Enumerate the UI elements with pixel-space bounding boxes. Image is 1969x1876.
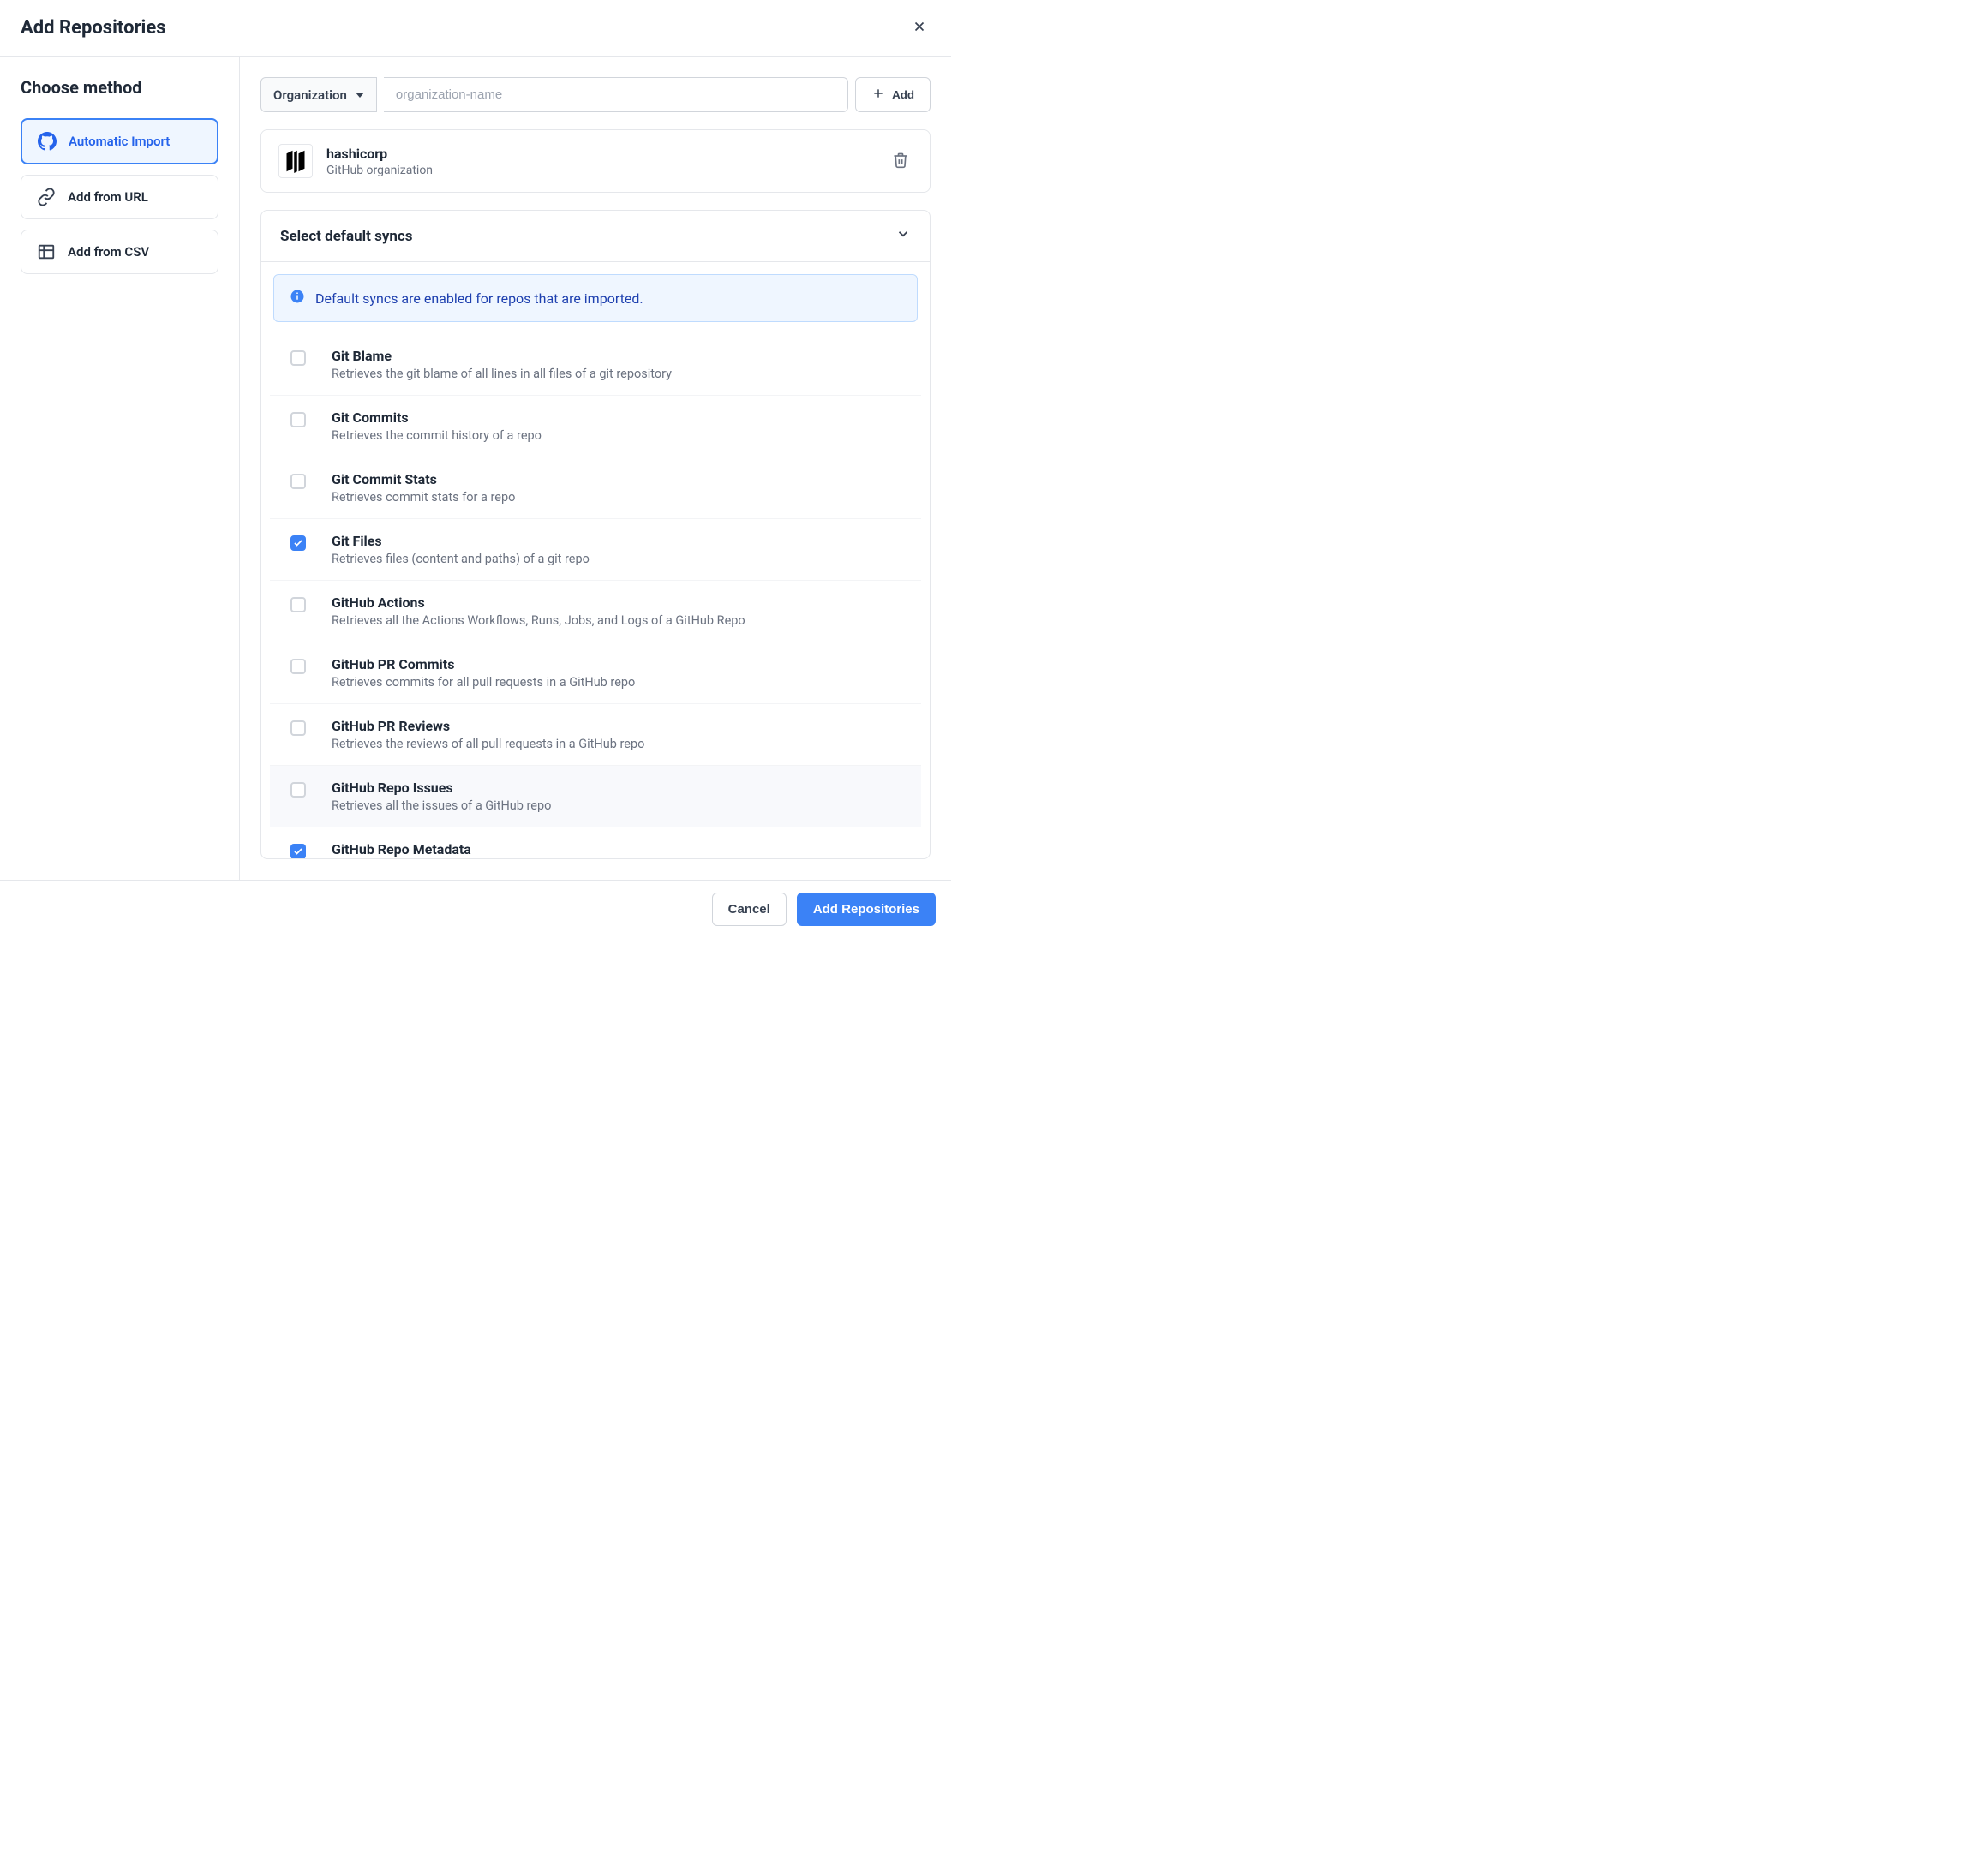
method-label: Add from URL — [68, 189, 148, 205]
sync-title: Git Commits — [332, 409, 542, 426]
sync-description: Retrieves the git blame of all lines in … — [332, 367, 672, 381]
remove-org-button[interactable] — [889, 148, 913, 175]
sync-checkbox[interactable] — [290, 412, 306, 427]
sync-checkbox[interactable] — [290, 474, 306, 489]
sync-text: GitHub Actions Retrieves all the Actions … — [332, 594, 745, 628]
modal-footer: Cancel Add Repositories — [0, 880, 951, 938]
sync-text: Git Commits Retrieves the commit history … — [332, 409, 542, 443]
sidebar-title: Choose method — [21, 77, 218, 98]
sync-item: Git Files Retrieves files (content and pa… — [270, 518, 921, 580]
sync-list: Git Blame Retrieves the git blame of all … — [270, 334, 921, 858]
sync-title: GitHub Actions — [332, 594, 745, 611]
sync-title: GitHub PR Reviews — [332, 718, 644, 734]
sync-checkbox[interactable] — [290, 782, 306, 798]
sync-checkbox[interactable] — [290, 597, 306, 612]
method-label: Add from CSV — [68, 244, 149, 260]
sync-text: GitHub Repo MetadataRetrieves metadata a… — [332, 841, 553, 858]
scope-select-label: Organization — [273, 87, 347, 103]
sync-item: GitHub PR Commits Retrieves commits for a… — [270, 642, 921, 703]
sync-text: GitHub PR Commits Retrieves commits for a… — [332, 656, 635, 690]
org-name-input[interactable] — [384, 77, 848, 112]
add-org-button[interactable]: Add — [855, 77, 931, 112]
scope-select[interactable]: Organization — [260, 77, 377, 112]
sync-description: Retrieves all the issues of a GitHub rep… — [332, 798, 551, 813]
sync-checkbox[interactable] — [290, 720, 306, 736]
add-repositories-modal: Add Repositories Choose method Automatic… — [0, 0, 951, 938]
sync-checkbox[interactable] — [290, 535, 306, 551]
org-info: hashicorp GitHub organization — [326, 146, 433, 177]
sync-item: GitHub Repo Issues Retrieves all the issu… — [270, 765, 921, 827]
sync-title: Git Files — [332, 533, 590, 549]
sync-title: GitHub Repo Issues — [332, 780, 551, 796]
sync-item: Git Commits Retrieves the commit history … — [270, 395, 921, 457]
modal-body: Choose method Automatic Import Add from … — [0, 57, 951, 880]
sync-title: GitHub PR Commits — [332, 656, 635, 672]
org-logo — [278, 144, 313, 178]
sync-text: Git Blame Retrieves the git blame of all … — [332, 348, 672, 381]
method-automatic-import[interactable]: Automatic Import — [21, 118, 218, 164]
default-syncs-toggle[interactable]: Select default syncs — [261, 211, 930, 262]
sync-text: Git Files Retrieves files (content and pa… — [332, 533, 590, 566]
sync-checkbox[interactable] — [290, 659, 306, 674]
main-panel: Organization Add hash — [240, 57, 951, 880]
sync-text: GitHub Repo Issues Retrieves all the issu… — [332, 780, 551, 813]
sync-description: Retrieves all the Actions Workflows, Run… — [332, 613, 745, 628]
chevron-down-icon — [895, 226, 911, 246]
github-icon — [38, 132, 57, 151]
caret-down-icon — [356, 87, 364, 103]
sync-description: Retrieves files (content and paths) of a… — [332, 552, 590, 566]
plus-icon — [871, 87, 885, 103]
default-syncs-panel: Select default syncs Default syncs are e… — [260, 210, 931, 859]
add-org-button-label: Add — [892, 88, 914, 101]
method-add-from-csv[interactable]: Add from CSV — [21, 230, 218, 274]
org-subtitle: GitHub organization — [326, 164, 433, 177]
link-icon — [37, 188, 56, 206]
sync-item: GitHub Actions Retrieves all the Actions … — [270, 580, 921, 642]
sync-title: GitHub Repo Metadata — [332, 841, 553, 857]
default-syncs-body: Default syncs are enabled for repos that… — [261, 262, 930, 858]
sync-item: Git Blame Retrieves the git blame of all … — [270, 334, 921, 395]
table-icon — [37, 242, 56, 261]
sync-title: Git Blame — [332, 348, 672, 364]
info-banner: Default syncs are enabled for repos that… — [273, 274, 918, 322]
sync-description: Retrieves the reviews of all pull reques… — [332, 737, 644, 751]
sidebar: Choose method Automatic Import Add from … — [0, 57, 240, 880]
org-card: hashicorp GitHub organization — [260, 129, 931, 193]
info-text: Default syncs are enabled for repos that… — [315, 290, 643, 307]
sync-text: Git Commit Stats Retrieves commit stats f… — [332, 471, 515, 505]
sync-text: GitHub PR Reviews Retrieves the reviews o… — [332, 718, 644, 751]
sync-item: Git Commit Stats Retrieves commit stats f… — [270, 457, 921, 518]
modal-title: Add Repositories — [21, 17, 166, 39]
modal-header: Add Repositories — [0, 0, 951, 57]
close-icon — [912, 24, 927, 37]
sync-title: Git Commit Stats — [332, 471, 515, 487]
method-label: Automatic Import — [69, 134, 170, 149]
org-name: hashicorp — [326, 146, 433, 162]
add-org-row: Organization Add — [260, 77, 931, 112]
sync-description: Retrieves the commit history of a repo — [332, 428, 542, 443]
trash-icon — [892, 158, 909, 171]
sync-description: Retrieves commits for all pull requests … — [332, 675, 635, 690]
method-add-from-url[interactable]: Add from URL — [21, 175, 218, 219]
sync-checkbox[interactable] — [290, 844, 306, 858]
default-syncs-title: Select default syncs — [280, 228, 413, 245]
info-icon — [290, 289, 305, 308]
add-repositories-button[interactable]: Add Repositories — [797, 893, 936, 926]
sync-description: Retrieves commit stats for a repo — [332, 490, 515, 505]
close-button[interactable] — [908, 15, 931, 40]
sync-item: GitHub PR Reviews Retrieves the reviews o… — [270, 703, 921, 765]
sync-item: GitHub Repo MetadataRetrieves metadata a… — [270, 827, 921, 858]
sync-checkbox[interactable] — [290, 350, 306, 366]
cancel-button[interactable]: Cancel — [712, 893, 787, 926]
